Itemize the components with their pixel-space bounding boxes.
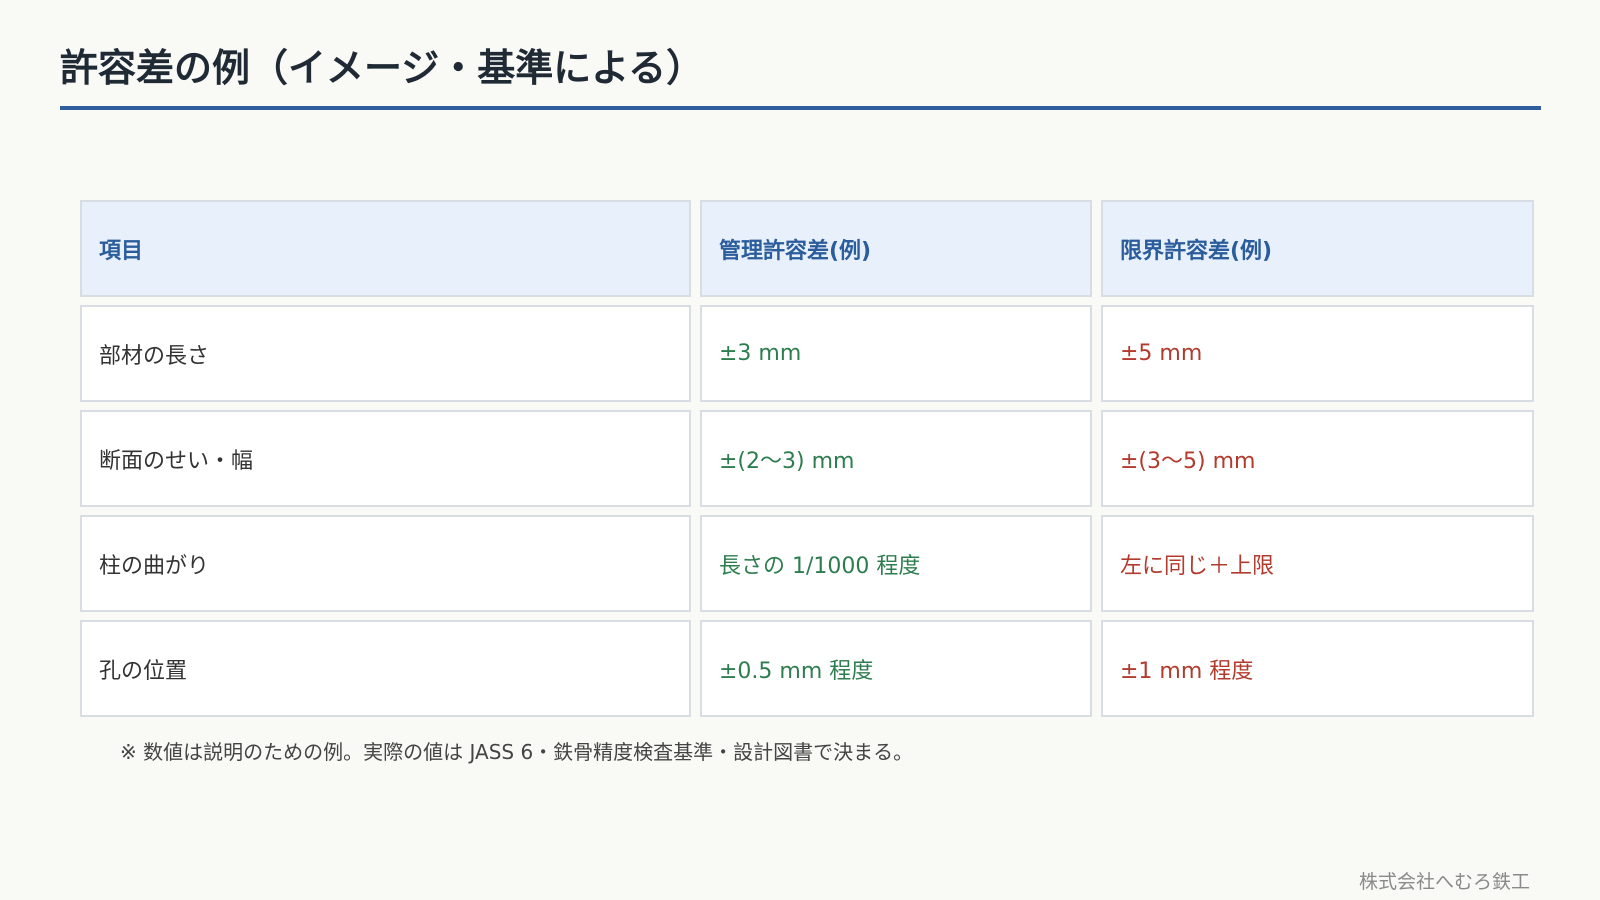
row-member-length-limit: ±5 mm xyxy=(1101,305,1534,402)
header-item: 項目 xyxy=(80,200,691,297)
company-name: 株式会社へむろ鉄工 xyxy=(1358,871,1530,893)
row-hole-position-management: ±0.5 mm 程度 xyxy=(700,620,1092,717)
row-section-size-management: ±(2〜3) mm xyxy=(700,410,1092,507)
row-section-size-limit: ±(3〜5) mm xyxy=(1101,410,1534,507)
tolerance-table: 項目 管理許容差(例) 限界許容差(例) 部材の長さ ±3 mm ±5 mm 断… xyxy=(80,200,1534,717)
footnote: ※ 数値は説明のための例。実際の値は JASS 6・鉄骨精度検査基準・設計図書で… xyxy=(120,740,914,764)
header-management-tolerance: 管理許容差(例) xyxy=(700,200,1092,297)
row-column-bend-management: 長さの 1/1000 程度 xyxy=(700,515,1092,612)
row-column-bend-item: 柱の曲がり xyxy=(80,515,691,612)
row-hole-position-limit: ±1 mm 程度 xyxy=(1101,620,1534,717)
row-section-size-item: 断面のせい・幅 xyxy=(80,410,691,507)
title-underline xyxy=(60,106,1541,110)
row-hole-position-item: 孔の位置 xyxy=(80,620,691,717)
row-member-length-item: 部材の長さ xyxy=(80,305,691,402)
header-limit-tolerance: 限界許容差(例) xyxy=(1101,200,1534,297)
page-title: 許容差の例（イメージ・基準による） xyxy=(60,46,705,90)
row-member-length-management: ±3 mm xyxy=(700,305,1092,402)
row-column-bend-limit: 左に同じ＋上限 xyxy=(1101,515,1534,612)
